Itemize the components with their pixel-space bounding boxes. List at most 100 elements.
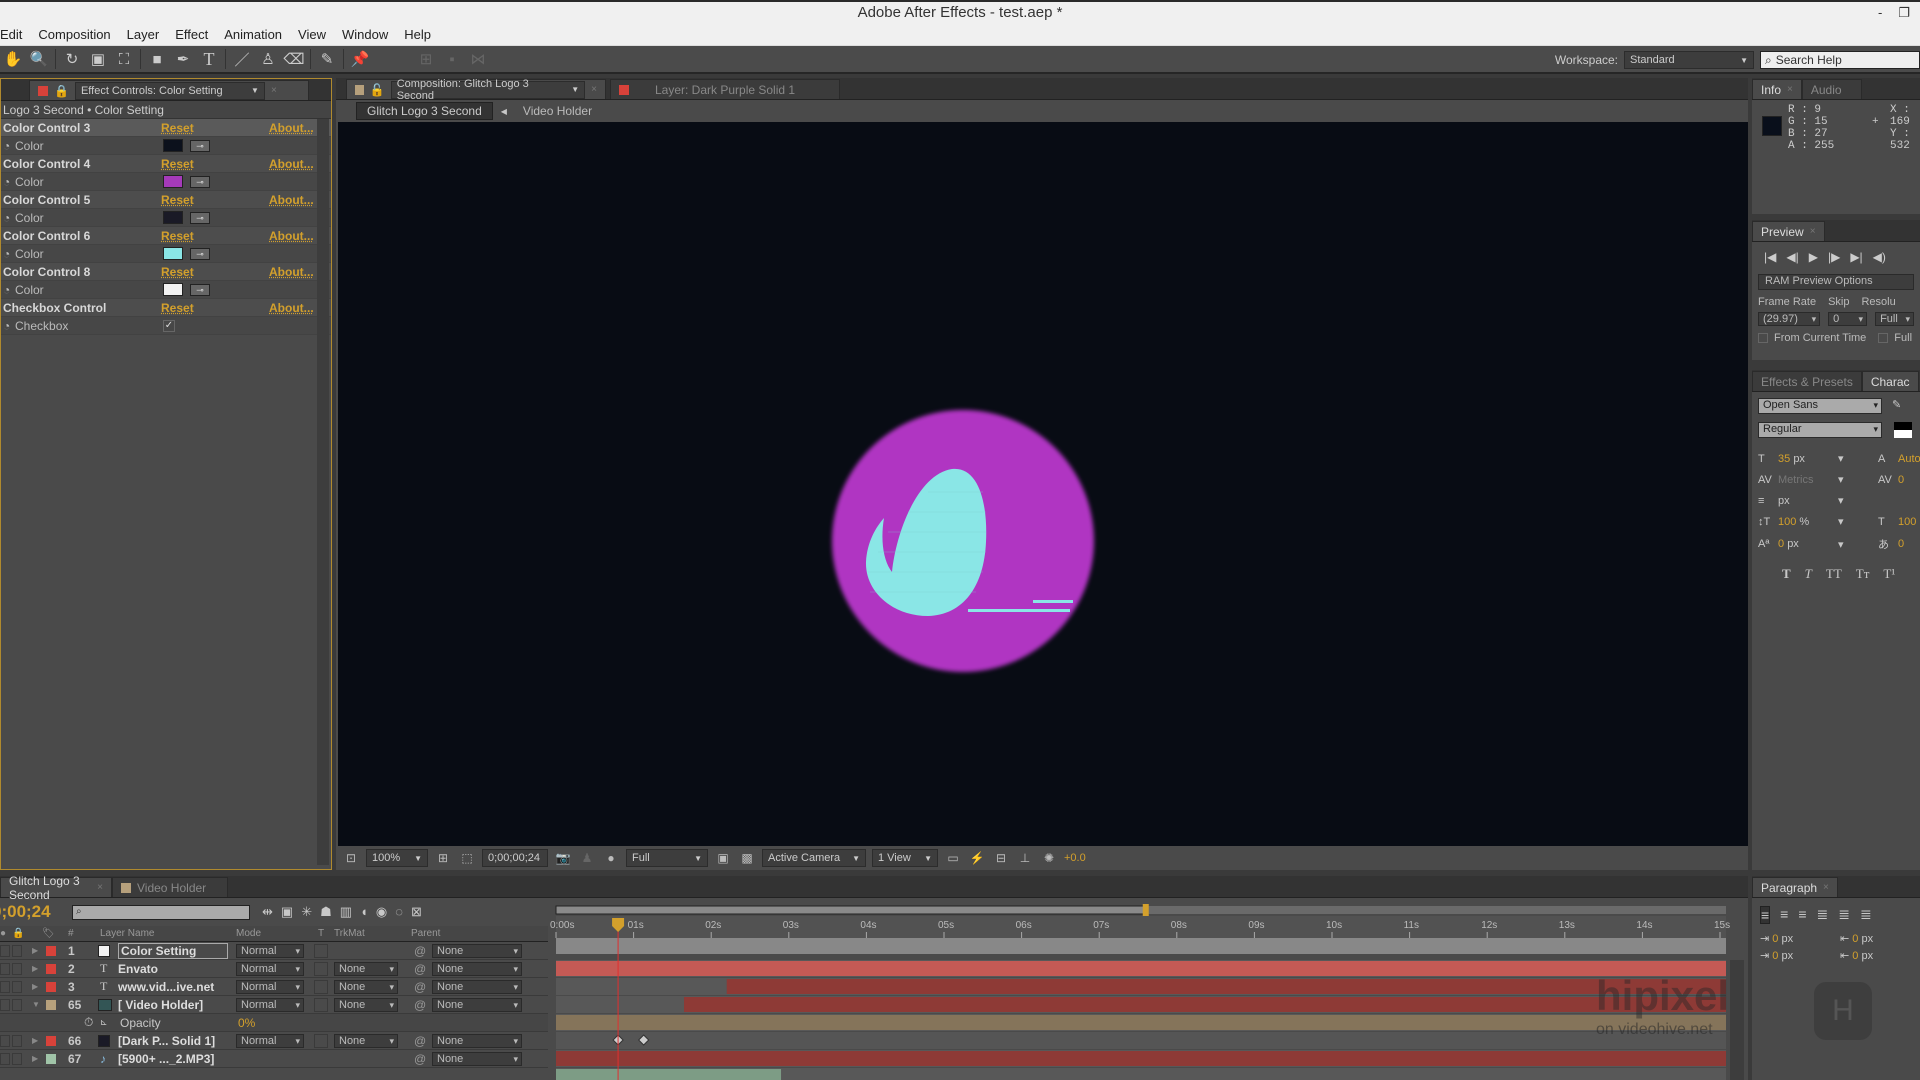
indent-right-field[interactable]: ⇤ 0 px <box>1840 932 1920 945</box>
preview-tab[interactable]: Preview × <box>1752 221 1825 241</box>
visibility-toggle[interactable] <box>0 944 10 957</box>
twirl-right-icon[interactable]: ▶ <box>32 1036 38 1045</box>
menu-window[interactable]: Window <box>334 27 396 42</box>
layer-name[interactable]: Color Setting <box>118 942 228 959</box>
restore-button[interactable]: ❐ <box>1898 2 1910 24</box>
color-swatch[interactable] <box>163 175 183 188</box>
play-icon[interactable]: ▶ <box>1809 250 1818 264</box>
reset-link[interactable]: Reset <box>161 229 194 243</box>
menu-effect[interactable]: Effect <box>167 27 216 42</box>
layer-duration-bar[interactable] <box>726 979 1726 994</box>
camera-tool-icon[interactable]: ▣ <box>85 47 111 71</box>
fast-previews-icon[interactable]: ⚡ <box>968 850 986 866</box>
layer-duration-bar[interactable] <box>556 1069 782 1080</box>
about-link[interactable]: About... <box>269 301 314 315</box>
close-icon[interactable]: × <box>1823 882 1829 893</box>
faux-italic-button[interactable]: T <box>1805 566 1812 582</box>
align-center-icon[interactable]: ≡ <box>1780 906 1788 924</box>
timeline-timecode[interactable]: 0;00;24 <box>0 902 51 922</box>
tsume-value[interactable]: 0 <box>1898 538 1920 550</box>
hide-shy-layers-icon[interactable]: ☗ <box>320 904 332 920</box>
visibility-toggle[interactable] <box>0 998 10 1011</box>
parent-dropdown[interactable]: None <box>432 979 522 994</box>
effect-header[interactable]: Color Control 6 Reset About... <box>1 227 331 245</box>
about-link[interactable]: About... <box>269 193 314 207</box>
menu-layer[interactable]: Layer <box>119 27 168 42</box>
current-time-field[interactable]: 0;00;00;24 <box>482 849 548 867</box>
character-tab[interactable]: Charac <box>1861 371 1919 391</box>
effect-controls-dropdown[interactable]: Effect Controls: Color Setting ▼ <box>74 81 265 100</box>
stopwatch-icon[interactable]: ◔ <box>3 175 10 189</box>
last-frame-icon[interactable]: ▶| <box>1850 250 1862 264</box>
audio-icon[interactable]: ◀) <box>1873 250 1886 264</box>
view-layout-dropdown[interactable]: 1 View ▼ <box>872 849 938 867</box>
pick-whip-icon[interactable]: @ <box>414 944 426 958</box>
lock-toggle[interactable] <box>12 980 22 993</box>
align-right-icon[interactable]: ≡ <box>1798 906 1806 924</box>
brainstorm-icon[interactable]: ◉ <box>376 904 387 920</box>
first-frame-icon[interactable]: |◀ <box>1764 250 1776 264</box>
lock-toggle[interactable] <box>12 962 22 975</box>
twirl-down-icon[interactable]: ▼ <box>32 1000 40 1009</box>
layer-duration-bar[interactable] <box>556 1051 1726 1066</box>
pixel-aspect-icon[interactable]: ▭ <box>944 850 962 866</box>
stopwatch-icon[interactable]: ◔ <box>3 283 10 297</box>
blend-mode-dropdown[interactable]: Normal <box>236 997 304 1012</box>
pick-whip-icon[interactable]: @ <box>414 1034 426 1048</box>
pen-tool-icon[interactable]: ✒ <box>170 47 196 71</box>
draft-3d-icon[interactable]: ✳ <box>301 904 312 920</box>
parent-dropdown[interactable]: None <box>432 997 522 1012</box>
clone-stamp-tool-icon[interactable]: ♙ <box>255 47 281 71</box>
workspace-dropdown[interactable]: Standard ▼ <box>1624 51 1754 69</box>
preserve-transparency-toggle[interactable] <box>314 997 328 1012</box>
paragraph-tab[interactable]: Paragraph × <box>1752 877 1838 897</box>
blend-mode-dropdown[interactable]: Normal <box>236 961 304 976</box>
effect-header[interactable]: Color Control 8 Reset About... <box>1 263 331 281</box>
timeline-tab-glitch-logo[interactable]: Glitch Logo 3 Second × <box>0 874 112 902</box>
visibility-toggle[interactable] <box>0 962 10 975</box>
world-axis-icon[interactable]: ▪ <box>439 47 465 71</box>
eyedropper-icon[interactable]: ⊸ <box>190 247 210 260</box>
audio-tab[interactable]: Audio <box>1801 79 1862 99</box>
always-preview-icon[interactable]: ⊡ <box>342 850 360 866</box>
next-frame-icon[interactable]: |▶ <box>1828 250 1840 264</box>
justify-center-icon[interactable]: ≣ <box>1838 906 1850 924</box>
label-color[interactable] <box>46 981 56 992</box>
menu-help[interactable]: Help <box>396 27 439 42</box>
preview-resolution-dropdown[interactable]: Full <box>1875 312 1914 326</box>
small-caps-button[interactable]: Tт <box>1856 566 1870 582</box>
close-icon[interactable]: × <box>271 85 277 96</box>
puppet-pin-tool-icon[interactable]: 📌 <box>347 47 373 71</box>
visibility-toggle[interactable] <box>0 1034 10 1047</box>
font-size-value[interactable]: 35 px <box>1778 453 1838 465</box>
lock-toggle[interactable] <box>12 944 22 957</box>
all-caps-button[interactable]: TT <box>1826 566 1842 582</box>
mask-visibility-icon[interactable]: ⬚ <box>458 850 476 866</box>
skip-dropdown[interactable]: 0 <box>1828 312 1868 326</box>
stopwatch-icon[interactable]: ◔ <box>3 139 10 153</box>
space-before-field[interactable]: ⇥ 0 px <box>1760 949 1840 962</box>
fill-color-swatch[interactable] <box>1894 422 1912 430</box>
flow-video-holder[interactable]: Video Holder <box>523 104 592 118</box>
axis-mode-icon[interactable]: ⊞ <box>413 47 439 71</box>
hand-tool-icon[interactable]: ✋ <box>0 47 26 71</box>
twirl-right-icon[interactable]: ▶ <box>32 982 38 991</box>
layer-name[interactable]: [Dark P... Solid 1] <box>118 1034 215 1048</box>
checkbox[interactable]: ✓ <box>163 319 175 332</box>
about-link[interactable]: About... <box>269 229 314 243</box>
from-current-time-checkbox[interactable] <box>1758 333 1768 343</box>
reset-link[interactable]: Reset <box>161 265 194 279</box>
track-matte-dropdown[interactable]: None <box>334 1033 398 1048</box>
roto-brush-tool-icon[interactable]: ✎ <box>314 47 340 71</box>
snapshot-icon[interactable]: 📷 <box>554 850 572 866</box>
twirl-right-icon[interactable]: ▶ <box>32 1054 38 1063</box>
font-style-dropdown[interactable]: Regular <box>1758 422 1882 438</box>
preserve-transparency-toggle[interactable] <box>314 943 328 958</box>
minimize-button[interactable]: - <box>1878 2 1882 24</box>
twirl-right-icon[interactable]: ▶ <box>32 946 38 955</box>
eyedropper-icon[interactable]: ⊸ <box>190 139 210 152</box>
preserve-transparency-toggle[interactable] <box>314 979 328 994</box>
stopwatch-icon[interactable]: ◔ <box>3 319 10 333</box>
eyedropper-icon[interactable]: ⊸ <box>190 283 210 296</box>
faux-bold-button[interactable]: T <box>1782 566 1791 582</box>
